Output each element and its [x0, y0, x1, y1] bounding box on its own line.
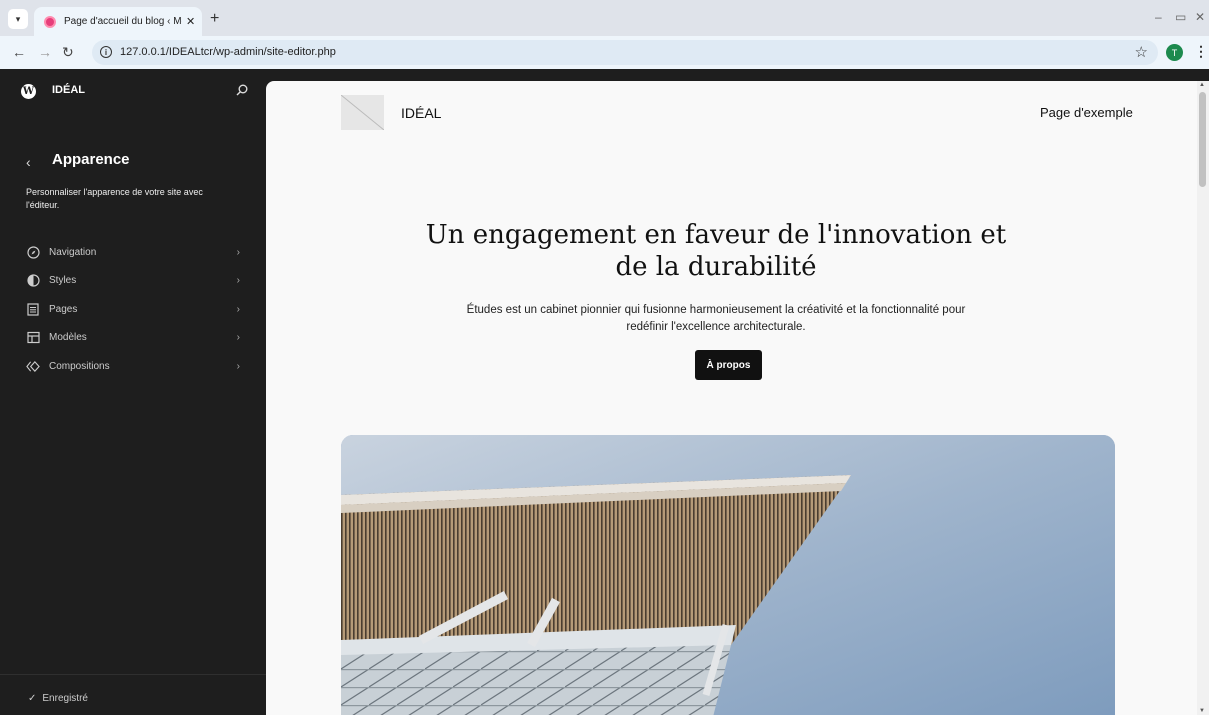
- panel-description: Personnaliser l'apparence de votre site …: [26, 187, 203, 210]
- site-info-icon[interactable]: i: [100, 46, 112, 58]
- save-status-label: Enregistré: [42, 693, 88, 704]
- bookmark-star-icon[interactable]: ☆: [1135, 43, 1148, 61]
- sidebar-item-navigation[interactable]: Navigation ›: [26, 238, 246, 267]
- wordpress-logo-icon[interactable]: W: [21, 84, 36, 99]
- sidebar-item-label: Navigation: [49, 246, 97, 258]
- hero-heading[interactable]: Un engagement en faveur de l'innovation …: [416, 219, 1016, 283]
- editor-canvas[interactable]: IDÉAL Page d'exemple Un engagement en fa…: [266, 81, 1197, 715]
- address-bar[interactable]: i 127.0.0.1/IDEALtcr/wp-admin/site-edito…: [92, 40, 1158, 65]
- chevron-right-icon: ›: [236, 360, 240, 372]
- restore-button[interactable]: ▭: [1175, 10, 1186, 24]
- back-arrow-icon[interactable]: ←: [12, 44, 26, 60]
- forward-arrow-icon[interactable]: →: [38, 44, 52, 60]
- chevron-right-icon: ›: [236, 246, 240, 258]
- chevron-right-icon: ›: [236, 275, 240, 287]
- back-chevron-icon[interactable]: ‹: [26, 154, 31, 170]
- scroll-up-icon[interactable]: ▲: [1199, 82, 1205, 88]
- tab-title: Page d'accueil du blog ‹ Modèl: [64, 16, 182, 27]
- site-logo-placeholder[interactable]: [341, 95, 384, 130]
- sidebar-item-patterns[interactable]: Compositions ›: [26, 352, 246, 381]
- save-status: ✓ Enregistré: [28, 693, 88, 704]
- sidebar-item-label: Modèles: [49, 332, 87, 344]
- sidebar-item-label: Compositions: [49, 360, 110, 372]
- profile-avatar[interactable]: T: [1166, 44, 1183, 61]
- hero-paragraph[interactable]: Études est un cabinet pionnier qui fusio…: [466, 302, 966, 336]
- chevron-right-icon: ›: [236, 332, 240, 344]
- search-icon[interactable]: [236, 84, 248, 96]
- new-tab-button[interactable]: +: [210, 10, 219, 28]
- styles-icon: [26, 274, 40, 288]
- site-title[interactable]: IDÉAL: [401, 105, 441, 121]
- patterns-icon: [26, 359, 40, 373]
- browser-menu-icon[interactable]: ⋮: [1194, 43, 1208, 60]
- site-editor-sidebar: W IDÉAL ‹ Apparence Personnaliser l'appa…: [0, 69, 266, 715]
- site-name[interactable]: IDÉAL: [52, 84, 85, 96]
- scroll-thumb[interactable]: [1199, 92, 1206, 187]
- sidebar-item-styles[interactable]: Styles ›: [26, 267, 246, 296]
- tab-close-icon[interactable]: ✕: [186, 15, 195, 28]
- sidebar-item-templates[interactable]: Modèles ›: [26, 324, 246, 353]
- appearance-nav: Navigation › Styles › Pages › Modèles ›: [26, 238, 246, 381]
- navigation-icon: [26, 245, 40, 259]
- nav-link-sample-page[interactable]: Page d'exemple: [1040, 105, 1133, 120]
- scroll-down-icon[interactable]: ▼: [1199, 708, 1205, 714]
- canvas-scrollbar[interactable]: ▲ ▼: [1197, 81, 1209, 715]
- chevron-right-icon: ›: [236, 303, 240, 315]
- sidebar-item-pages[interactable]: Pages ›: [26, 295, 246, 324]
- check-icon: ✓: [28, 693, 37, 704]
- browser-tab-bar: ▾ Page d'accueil du blog ‹ Modèl ✕ + – ▭…: [0, 0, 1209, 36]
- sidebar-item-label: Pages: [49, 303, 78, 315]
- browser-toolbar: ← → ↻ i 127.0.0.1/IDEALtcr/wp-admin/site…: [0, 36, 1209, 69]
- templates-icon: [26, 331, 40, 345]
- sidebar-item-label: Styles: [49, 275, 77, 287]
- tab-search-button[interactable]: ▾: [8, 9, 28, 29]
- panel-title: Apparence: [52, 151, 130, 168]
- divider: [0, 674, 266, 675]
- browser-tab[interactable]: Page d'accueil du blog ‹ Modèl ✕: [34, 7, 202, 36]
- url-text[interactable]: 127.0.0.1/IDEALtcr/wp-admin/site-editor.…: [120, 46, 336, 58]
- minimize-button[interactable]: –: [1155, 10, 1162, 24]
- favicon-icon: [44, 15, 56, 28]
- reload-icon[interactable]: ↻: [62, 44, 74, 61]
- pages-icon: [26, 302, 40, 316]
- hero-image[interactable]: [341, 435, 1115, 715]
- about-button[interactable]: À propos: [695, 350, 762, 380]
- window-close-button[interactable]: ✕: [1195, 10, 1205, 24]
